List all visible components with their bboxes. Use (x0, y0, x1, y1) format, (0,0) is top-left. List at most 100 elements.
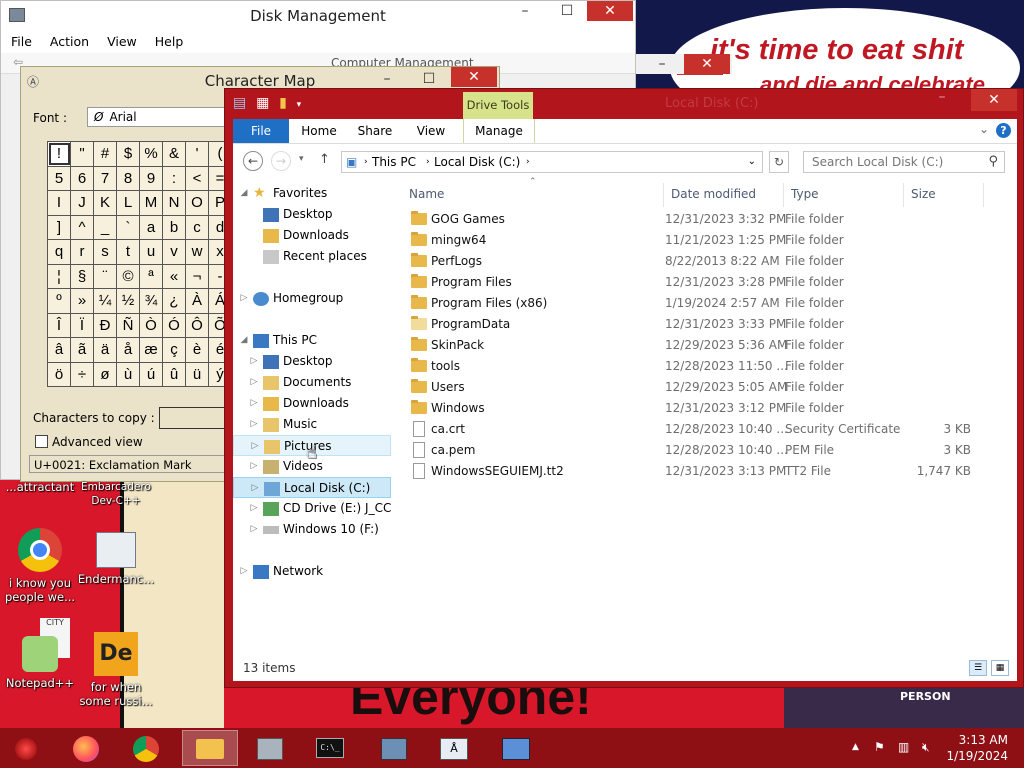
character-cell[interactable]: # (93, 141, 117, 167)
expand-arrow-icon[interactable]: ▷ (249, 414, 259, 435)
character-cell[interactable]: Ò (139, 312, 163, 338)
character-cell[interactable]: À (185, 288, 209, 314)
disk-management-minimize-button[interactable]: – (503, 1, 547, 21)
character-cell[interactable]: ù (116, 361, 140, 387)
taskbar-character-map[interactable]: Å (428, 730, 480, 766)
tab-file[interactable]: File (233, 119, 289, 143)
address-bar[interactable]: ▣ › This PC › Local Disk (C:) › ⌄ (341, 151, 763, 173)
disk-management-maximize-button[interactable]: ☐ (545, 1, 589, 21)
character-cell[interactable]: a (139, 214, 163, 240)
file-row[interactable]: PerfLogs 8/22/2013 8:22 AM File folder (403, 251, 1003, 272)
character-cell[interactable]: ¼ (93, 288, 117, 314)
character-cell[interactable]: : (162, 165, 186, 191)
nav-pc-cd-drive[interactable]: ▷ CD Drive (E:) J_CCSA (233, 498, 391, 519)
character-cell[interactable]: t (116, 239, 140, 265)
expand-arrow-icon[interactable]: ▷ (250, 478, 260, 499)
tab-manage[interactable]: Manage (463, 119, 535, 143)
menu-view[interactable]: View (97, 31, 145, 49)
menu-help[interactable]: Help (145, 31, 192, 49)
character-cell[interactable]: _ (93, 214, 117, 240)
column-name-header[interactable]: Name (409, 187, 444, 201)
nav-pc-downloads[interactable]: ▷ Downloads (233, 393, 391, 414)
character-cell[interactable]: ' (185, 141, 209, 167)
character-cell[interactable]: Ô (185, 312, 209, 338)
character-cell[interactable]: N (162, 190, 186, 216)
character-cell[interactable]: ü (185, 361, 209, 387)
character-cell[interactable]: v (162, 239, 186, 265)
file-row[interactable]: ca.crt 12/28/2023 10:40 ... Security Certi… (403, 419, 1003, 440)
advanced-view-checkbox[interactable]: Advanced view (35, 435, 143, 449)
nav-homegroup[interactable]: ▷ Homegroup (233, 288, 391, 309)
character-cell[interactable]: ¦ (47, 263, 71, 289)
column-size-header[interactable]: Size (911, 187, 936, 201)
file-row[interactable]: GOG Games 12/31/2023 3:32 PM File folder (403, 209, 1003, 230)
file-row[interactable]: WindowsSEGUIEMJ.tt2 12/31/2023 3:13 PM TT2… (403, 461, 1003, 482)
character-cell[interactable]: ¬ (185, 263, 209, 289)
ribbon-expand-icon[interactable]: ⌄ (979, 122, 989, 136)
start-button[interactable] (0, 730, 52, 766)
disk-management-titlebar[interactable]: Disk Management – ☐ ✕ (1, 1, 635, 31)
character-cell[interactable]: < (185, 165, 209, 191)
desktop-icon-chrome[interactable]: i know you people we... (0, 528, 80, 604)
character-cell[interactable]: ½ (116, 288, 140, 314)
file-row[interactable]: ProgramData 12/31/2023 3:33 PM File folder (403, 314, 1003, 335)
character-cell[interactable]: b (162, 214, 186, 240)
nav-pc-documents[interactable]: ▷ Documents (233, 372, 391, 393)
character-map-minimize-button[interactable]: – (365, 69, 409, 89)
expand-arrow-icon[interactable]: ▷ (250, 436, 260, 457)
character-cell[interactable]: « (162, 263, 186, 289)
character-cell[interactable]: 9 (139, 165, 163, 191)
expand-arrow-icon[interactable]: ▷ (249, 393, 259, 414)
large-icons-view-icon[interactable]: ▦ (991, 660, 1009, 676)
character-cell[interactable]: ÷ (70, 361, 94, 387)
character-cell[interactable]: 6 (70, 165, 94, 191)
taskbar-file-explorer[interactable] (182, 730, 238, 766)
explorer-app-icon[interactable]: ▤ (233, 95, 246, 111)
search-input[interactable] (810, 154, 984, 170)
nav-desktop[interactable]: Desktop (233, 204, 391, 225)
character-cell[interactable]: w (185, 239, 209, 265)
network-tray-icon[interactable]: ▥ (898, 740, 909, 754)
character-cell[interactable]: ¨ (93, 263, 117, 289)
character-cell[interactable]: â (47, 337, 71, 363)
show-hidden-icons-icon[interactable]: ▲ (852, 742, 859, 752)
character-cell[interactable]: ç (162, 337, 186, 363)
expand-arrow-icon[interactable]: ▷ (239, 288, 249, 309)
character-cell[interactable]: $ (116, 141, 140, 167)
character-cell[interactable]: 7 (93, 165, 117, 191)
taskbar-clock[interactable]: 3:13 AM 1/19/2024 (946, 732, 1008, 764)
character-cell[interactable]: J (70, 190, 94, 216)
character-cell[interactable]: » (70, 288, 94, 314)
taskbar-disk-management[interactable] (244, 730, 296, 766)
menu-action[interactable]: Action (40, 31, 97, 49)
refresh-button[interactable]: ↻ (769, 151, 789, 173)
help-icon[interactable]: ? (996, 123, 1011, 138)
tab-view[interactable]: View (405, 119, 457, 143)
character-cell[interactable]: ø (93, 361, 117, 387)
file-row[interactable]: SkinPack 12/29/2023 5:36 AM File folder (403, 335, 1003, 356)
expand-arrow-icon[interactable]: ▷ (249, 519, 259, 540)
nav-this-pc[interactable]: ◢ This PC (233, 330, 391, 351)
column-type-header[interactable]: Type (791, 187, 819, 201)
character-cell[interactable]: Ñ (116, 312, 140, 338)
details-view-icon[interactable]: ☰ (969, 660, 987, 676)
character-cell[interactable]: è (185, 337, 209, 363)
tab-home[interactable]: Home (293, 119, 345, 143)
character-cell[interactable]: ! (47, 141, 71, 167)
character-cell[interactable]: ¾ (139, 288, 163, 314)
character-cell[interactable]: ã (70, 337, 94, 363)
character-cell[interactable]: ú (139, 361, 163, 387)
nav-downloads[interactable]: Downloads (233, 225, 391, 246)
desktop-icon-devcpp[interactable]: Embarcadero Dev-C++ (76, 480, 156, 508)
file-row[interactable]: Program Files 12/31/2023 3:28 PM File fold… (403, 272, 1003, 293)
expand-arrow-icon[interactable]: ▷ (249, 372, 259, 393)
character-cell[interactable]: ] (47, 214, 71, 240)
character-cell[interactable]: ¿ (162, 288, 186, 314)
character-cell[interactable]: § (70, 263, 94, 289)
taskbar-firefox[interactable] (60, 730, 112, 766)
nav-pc-local-disk[interactable]: ▷ Local Disk (C:) (233, 477, 391, 498)
character-cell[interactable]: ö (47, 361, 71, 387)
character-cell[interactable]: ^ (70, 214, 94, 240)
character-cell[interactable]: u (139, 239, 163, 265)
address-dropdown-icon[interactable]: ⌄ (748, 156, 756, 167)
